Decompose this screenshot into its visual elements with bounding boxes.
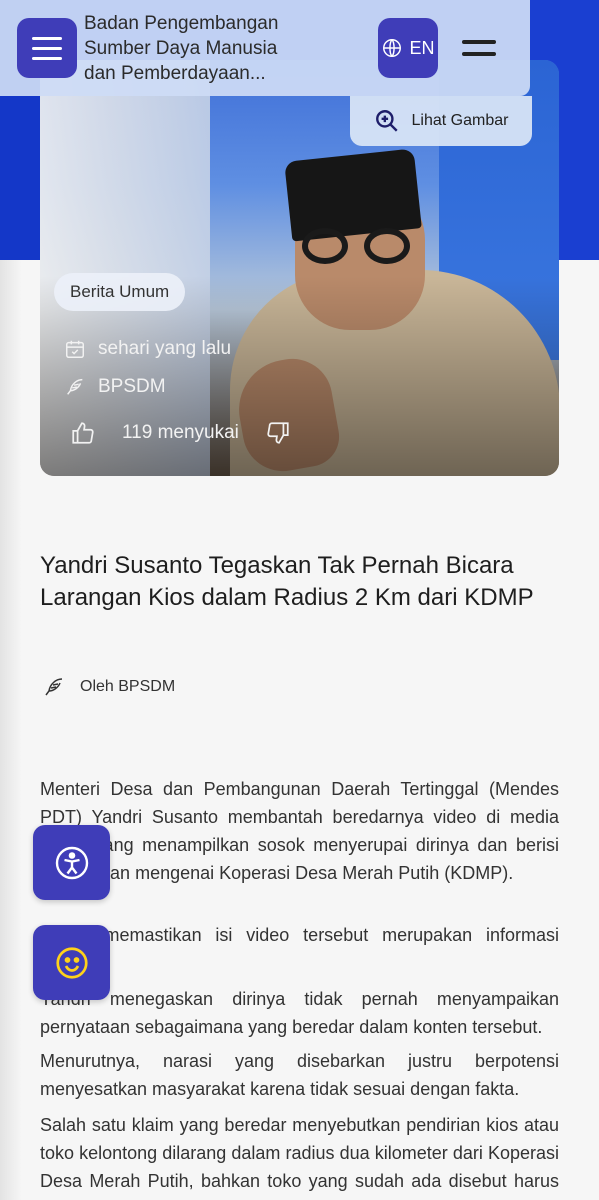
feather-pen-icon [67, 378, 83, 395]
likes-count: 119 menyukai [122, 422, 239, 443]
article-paragraph: Menurutnya, narasi yang disebarkan justr… [40, 1051, 559, 1099]
post-date-text: sehari yang lalu [98, 338, 232, 359]
post-author-text: BPSDM [98, 376, 166, 397]
article-paragraph: Salah satu klaim yang beredar menyebutka… [40, 1115, 559, 1200]
thumbs-down-icon[interactable] [265, 420, 291, 446]
hamburger-icon [32, 36, 62, 40]
byline-text: Oleh BPSDM [80, 678, 176, 695]
calendar-check-icon [66, 340, 84, 358]
accessibility-button[interactable] [33, 825, 110, 900]
thumbs-up-icon[interactable] [70, 420, 96, 446]
menu-button[interactable] [17, 18, 77, 78]
globe-icon [383, 39, 402, 57]
site-title[interactable]: Badan Pengembangan Sumber Daya Manusia d… [84, 11, 304, 86]
language-button[interactable]: EN [378, 18, 438, 78]
language-label: EN [409, 37, 435, 58]
view-image-button[interactable]: Lihat Gambar [350, 96, 532, 146]
category-badge[interactable]: Berita Umum [54, 273, 186, 311]
article-paragraph: Menteri Desa dan Pembangunan Daerah Tert… [40, 779, 559, 883]
reaction-bar: 119 menyukai [70, 420, 291, 446]
accessibility-icon [55, 846, 88, 879]
post-author: BPSDM [64, 376, 166, 398]
more-menu-button[interactable] [462, 38, 498, 58]
article-paragraph: Yandri menegaskan dirinya tidak pernah m… [40, 989, 559, 1037]
smiley-icon [55, 946, 88, 979]
view-image-label: Lihat Gambar [411, 112, 509, 129]
feedback-button[interactable] [33, 925, 110, 1000]
article-byline: Oleh BPSDM [42, 675, 175, 699]
post-date: sehari yang lalu [64, 338, 231, 360]
article-title: Yandri Susanto Tegaskan Tak Pernah Bicar… [40, 552, 534, 611]
top-header: Badan Pengembangan Sumber Daya Manusia d… [0, 0, 530, 96]
zoom-in-icon [375, 110, 398, 132]
feather-pen-icon [45, 678, 63, 696]
article-paragraph: Yandri memastikan isi video tersebut mer… [40, 925, 559, 973]
